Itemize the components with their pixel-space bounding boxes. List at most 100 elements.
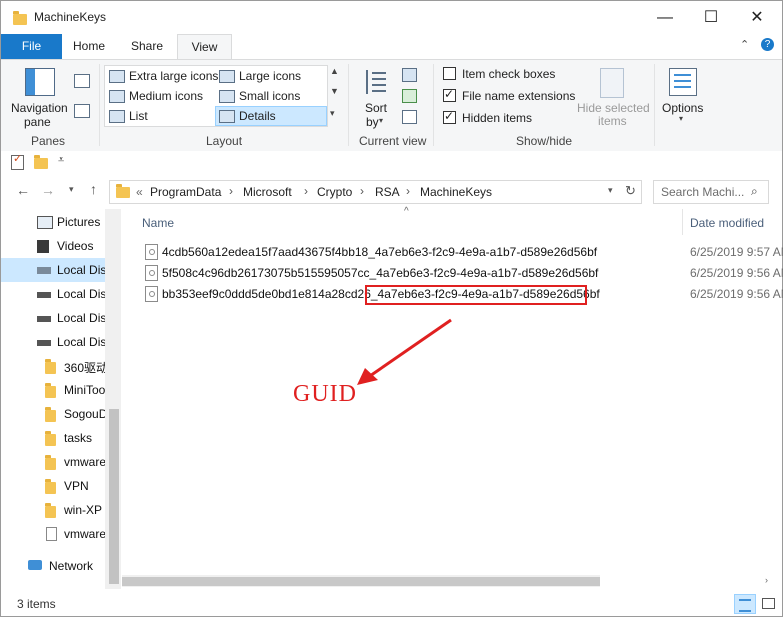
- chevron-right-icon[interactable]: ›: [406, 184, 410, 198]
- chevron-right-icon[interactable]: ›: [229, 184, 233, 198]
- column-divider[interactable]: [682, 209, 683, 235]
- options-button[interactable]: Options: [662, 101, 703, 115]
- maximize-button[interactable]: ☐: [688, 1, 734, 34]
- search-icon[interactable]: ⌕: [751, 184, 758, 199]
- title-bar[interactable]: MachineKeys — ☐ ✕: [1, 1, 782, 34]
- minimize-ribbon-icon[interactable]: ⌃: [740, 38, 749, 51]
- large-icons-view-button[interactable]: [759, 594, 777, 612]
- layout-medium-icons[interactable]: Medium icons: [129, 89, 203, 103]
- nav-item-folder[interactable]: MiniTool: [1, 378, 105, 402]
- search-input[interactable]: Search Machi...: [661, 185, 744, 199]
- nav-item-label: Local Disk: [57, 335, 105, 349]
- navigation-pane-button[interactable]: Navigation: [11, 101, 68, 115]
- layout-large-icons[interactable]: Large icons: [239, 69, 301, 83]
- file-date: 6/25/2019 9:57 AM: [690, 245, 783, 259]
- forward-arrow-icon[interactable]: →: [41, 182, 55, 198]
- minimize-button[interactable]: —: [642, 1, 688, 34]
- ribbon: Navigation pane Panes Extra large icons …: [1, 59, 782, 152]
- back-arrow-icon[interactable]: ←: [16, 182, 30, 198]
- hidden-items-label[interactable]: Hidden items: [462, 111, 532, 125]
- nav-item-label: 360驱动: [64, 361, 105, 375]
- up-arrow-icon[interactable]: ↑: [90, 181, 97, 197]
- tab-home[interactable]: Home: [67, 34, 111, 59]
- nav-item-label: Pictures: [57, 215, 101, 229]
- file-row[interactable]: 4cdb560a12edea15f7aad43675f4bb18_4a7eb6e…: [142, 241, 783, 263]
- nav-item-network[interactable]: Network: [1, 554, 105, 578]
- file-name-extensions-label[interactable]: File name extensions: [462, 89, 575, 103]
- layout-details[interactable]: Details: [239, 109, 276, 123]
- chevron-right-icon[interactable]: ›: [304, 184, 308, 198]
- videos-icon: [37, 240, 49, 253]
- nav-item-local-disk[interactable]: Local Disk: [1, 306, 105, 330]
- horizontal-scrollbar-thumb[interactable]: [122, 577, 600, 586]
- nav-item-label: vmware: [64, 527, 105, 541]
- breadcrumb-overflow[interactable]: «: [136, 185, 143, 199]
- column-header-name[interactable]: Name: [142, 216, 174, 230]
- item-check-boxes-label[interactable]: Item check boxes: [462, 67, 555, 81]
- customize-toolbar-icon[interactable]: ⩡: [58, 154, 64, 167]
- tab-view[interactable]: View: [177, 34, 232, 60]
- nav-item-local-disk[interactable]: Local Disk: [1, 330, 105, 354]
- close-button[interactable]: ✕: [734, 1, 780, 34]
- group-by-icon[interactable]: [402, 68, 417, 82]
- item-check-boxes-checkbox[interactable]: [443, 67, 456, 80]
- layout-list[interactable]: List: [129, 109, 148, 123]
- details-view-button[interactable]: [734, 594, 756, 614]
- gallery-expand-icon[interactable]: ▾: [330, 108, 335, 119]
- hide-selected-button[interactable]: Hide selected: [577, 101, 650, 115]
- drive-icon: [37, 292, 51, 298]
- search-box[interactable]: Search Machi... ⌕: [653, 180, 769, 204]
- nav-item-file[interactable]: vmware: [1, 522, 105, 546]
- nav-item-folder[interactable]: VPN: [1, 474, 105, 498]
- breadcrumb-microsoft[interactable]: Microsoft: [243, 185, 292, 199]
- layout-small-icons[interactable]: Small icons: [239, 89, 300, 103]
- nav-item-folder[interactable]: 360驱动: [1, 354, 105, 378]
- gallery-scroll-up-icon[interactable]: ▲: [330, 66, 339, 76]
- address-dropdown-icon[interactable]: ▾: [608, 185, 613, 196]
- nav-item-local-disk[interactable]: Local Disk: [1, 282, 105, 306]
- nav-item-videos[interactable]: Videos: [1, 234, 105, 258]
- properties-icon[interactable]: ✓: [11, 153, 24, 170]
- quick-access-toolbar: ✓ ⩡: [1, 151, 782, 175]
- nav-item-label: SogouD: [64, 407, 105, 421]
- nav-item-pictures[interactable]: Pictures: [1, 210, 105, 234]
- nav-item-folder[interactable]: vmware: [1, 450, 105, 474]
- new-folder-icon[interactable]: [34, 155, 48, 169]
- column-header-date-modified[interactable]: Date modified: [690, 216, 764, 230]
- tab-share[interactable]: Share: [123, 34, 171, 59]
- breadcrumb-crypto[interactable]: Crypto: [317, 185, 352, 199]
- help-icon[interactable]: ?: [761, 38, 774, 51]
- layout-extra-large-icons[interactable]: Extra large icons: [129, 69, 218, 83]
- chevron-right-icon[interactable]: ›: [360, 184, 364, 198]
- nav-item-label: Videos: [57, 239, 94, 253]
- nav-scrollbar-thumb[interactable]: [109, 409, 119, 584]
- group-label-layout: Layout: [206, 134, 243, 148]
- options-dropdown-icon[interactable]: ▾: [679, 114, 683, 123]
- tab-file[interactable]: File: [1, 34, 62, 59]
- preview-pane-icon[interactable]: [74, 74, 90, 88]
- key-file-icon: [145, 286, 158, 302]
- sort-by-button[interactable]: Sort: [365, 101, 387, 115]
- address-bar[interactable]: « ProgramData › Microsoft › Crypto › RSA…: [109, 180, 642, 204]
- breadcrumb-programdata[interactable]: ProgramData: [150, 185, 221, 199]
- nav-item-folder[interactable]: tasks: [1, 426, 105, 450]
- group-label-panes: Panes: [31, 134, 66, 148]
- breadcrumb-machinekeys[interactable]: MachineKeys: [420, 185, 492, 199]
- nav-item-folder[interactable]: SogouD: [1, 402, 105, 426]
- extra-large-icons-icon: [109, 70, 125, 83]
- sort-dropdown-icon[interactable]: ▾: [379, 116, 383, 125]
- file-row[interactable]: 5f508c4c96db26173075b515595057cc_4a7eb6e…: [142, 262, 783, 284]
- hidden-items-checkbox[interactable]: [443, 109, 456, 124]
- navigation-bar: ← → ▾ ↑ « ProgramData › Microsoft › Cryp…: [1, 177, 782, 207]
- nav-item-folder[interactable]: win-XP: [1, 498, 105, 522]
- file-name-extensions-checkbox[interactable]: [443, 87, 456, 102]
- details-pane-icon[interactable]: [74, 104, 90, 118]
- gallery-scroll-down-icon[interactable]: ▼: [330, 86, 339, 96]
- breadcrumb-rsa[interactable]: RSA: [375, 185, 400, 199]
- refresh-icon[interactable]: ↻: [625, 183, 636, 199]
- nav-item-local-disk-c[interactable]: Local Disk: [1, 258, 105, 282]
- size-columns-icon[interactable]: [402, 110, 417, 124]
- add-columns-icon[interactable]: [402, 89, 417, 103]
- recent-locations-icon[interactable]: ▾: [69, 184, 74, 195]
- scroll-right-icon[interactable]: ›: [765, 575, 768, 585]
